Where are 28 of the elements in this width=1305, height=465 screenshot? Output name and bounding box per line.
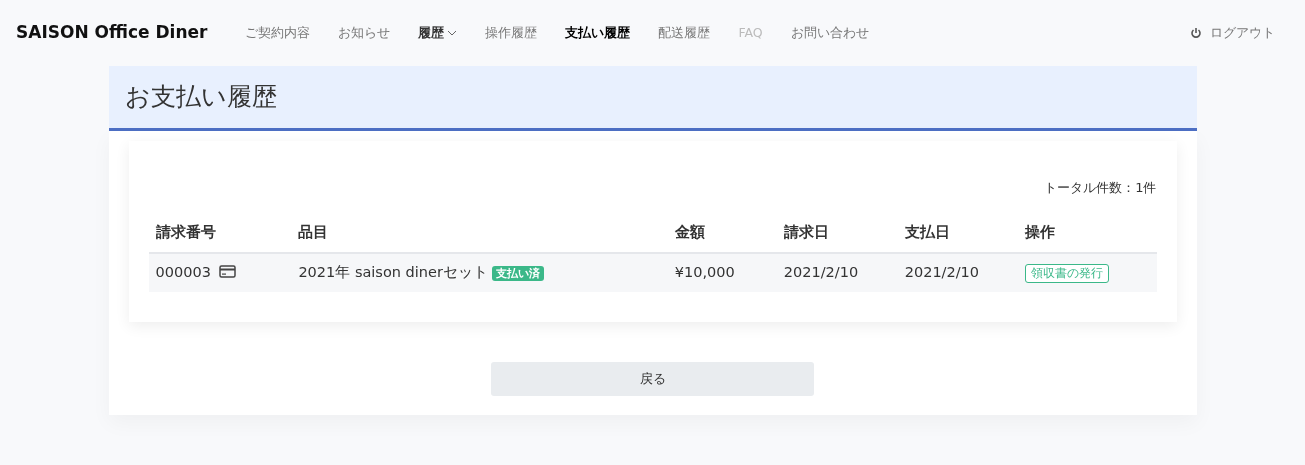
column-header: 請求日 — [776, 214, 898, 253]
credit-card-icon — [218, 264, 236, 278]
nav-link[interactable]: 配送履歴 — [644, 19, 725, 47]
back-button[interactable]: 戻る — [491, 361, 814, 396]
page-title: お支払い履歴 — [108, 66, 1197, 131]
invoice-number: 000003 — [155, 263, 211, 280]
nav-link[interactable]: お問い合わせ — [776, 19, 883, 47]
chevron-down-icon — [447, 30, 458, 37]
total-count: トータル件数：1件 — [1044, 180, 1157, 195]
power-icon — [1190, 27, 1202, 39]
nav-link[interactable]: 支払い履歴 — [551, 19, 645, 47]
column-header: 支払日 — [897, 214, 1018, 253]
nav-link[interactable]: 操作履歴 — [471, 19, 552, 47]
paid-badge: 支払い済 — [491, 265, 544, 281]
receipt-button[interactable]: 領収書の発行 — [1024, 263, 1109, 283]
nav-dropdown[interactable]: 履歴 — [404, 19, 472, 47]
column-header: 請求番号 — [148, 214, 292, 253]
nav-link[interactable]: お知らせ — [324, 19, 405, 47]
column-header: 品目 — [291, 214, 668, 253]
table-cell: 2021/2/10 — [776, 252, 898, 292]
column-header: 操作 — [1017, 214, 1157, 253]
item-name: 2021年 saison dinerセット — [298, 263, 488, 280]
column-header: 金額 — [667, 214, 777, 253]
logout-link[interactable]: ログアウト — [1176, 19, 1289, 47]
brand-name[interactable]: SAISON Office Diner — [16, 20, 208, 46]
nav-link[interactable]: ご契約内容 — [231, 19, 325, 47]
table-cell: 2021/2/10 — [897, 252, 1018, 292]
table-cell: ¥10,000 — [667, 252, 777, 292]
